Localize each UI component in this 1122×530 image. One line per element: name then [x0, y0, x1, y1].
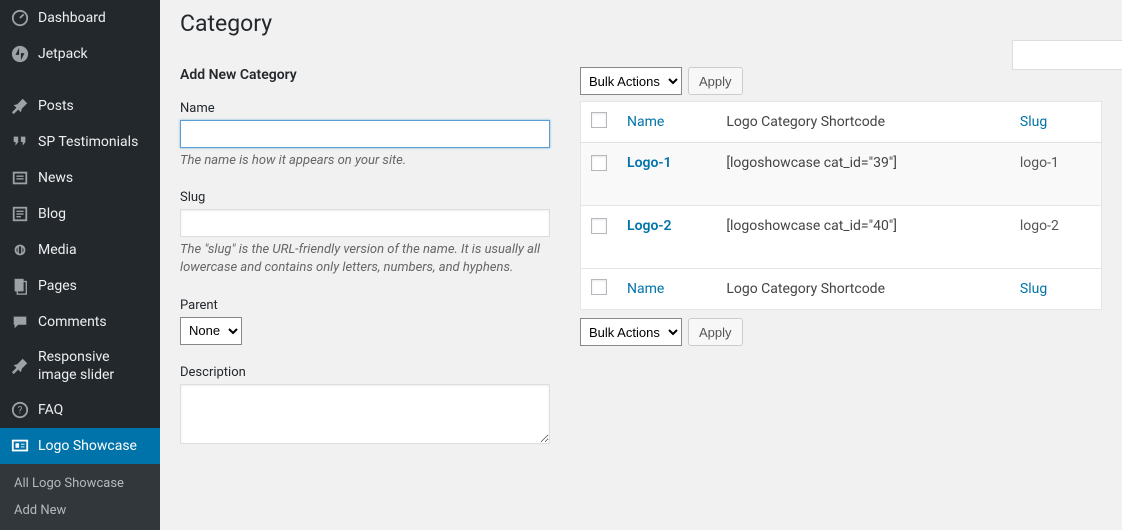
pin-icon — [10, 96, 30, 116]
name-desc: The name is how it appears on your site. — [180, 152, 550, 170]
form-heading: Add New Category — [180, 67, 550, 83]
col-name-header[interactable]: Name — [617, 102, 716, 143]
select-all-checkbox-top[interactable] — [591, 112, 607, 128]
sidebar-label: Comments — [38, 313, 107, 331]
sidebar-submenu: All Logo Showcase Add New — [0, 464, 160, 530]
sidebar-item-testimonials[interactable]: SP Testimonials — [0, 124, 160, 160]
sidebar-item-faq[interactable]: ? FAQ — [0, 392, 160, 428]
description-input[interactable] — [180, 384, 550, 444]
category-table: Name Logo Category Shortcode Slug Logo-1… — [580, 101, 1102, 310]
faq-icon: ? — [10, 400, 30, 420]
row-slug: logo-1 — [1010, 143, 1102, 206]
jetpack-icon — [10, 44, 30, 64]
page-title: Category — [180, 10, 1102, 37]
row-name-link[interactable]: Logo-2 — [627, 218, 672, 234]
select-all-checkbox-bottom[interactable] — [591, 279, 607, 295]
add-category-form: Add New Category Name The name is how it… — [180, 67, 550, 468]
col-shortcode-footer: Logo Category Shortcode — [716, 269, 1010, 310]
quote-icon — [10, 132, 30, 152]
blog-icon — [10, 204, 30, 224]
dashboard-icon — [10, 8, 30, 28]
bulk-action-select-top[interactable]: Bulk Actions — [580, 67, 682, 95]
row-name-link[interactable]: Logo-1 — [627, 155, 672, 171]
sidebar-item-news[interactable]: News — [0, 160, 160, 196]
sidebar-label: Logo Showcase — [38, 437, 137, 455]
name-input[interactable] — [180, 120, 550, 148]
slug-desc: The "slug" is the URL-friendly version o… — [180, 241, 550, 277]
sidebar-item-pages[interactable]: Pages — [0, 268, 160, 304]
row-checkbox[interactable] — [591, 218, 607, 234]
table-row: Logo-2 [logoshowcase cat_id="40"] logo-2 — [581, 206, 1102, 269]
sidebar-label: Blog — [38, 205, 66, 223]
row-shortcode: [logoshowcase cat_id="40"] — [716, 206, 1010, 269]
sidebar-item-slider[interactable]: Responsive image slider — [0, 340, 160, 392]
media-icon — [10, 240, 30, 260]
sidebar-label: FAQ — [38, 401, 63, 419]
slug-input[interactable] — [180, 209, 550, 237]
description-label: Description — [180, 365, 550, 380]
col-slug-footer[interactable]: Slug — [1010, 269, 1102, 310]
apply-button-bottom[interactable]: Apply — [688, 318, 743, 346]
news-icon — [10, 168, 30, 188]
apply-button-top[interactable]: Apply — [688, 67, 743, 95]
bulk-action-select-bottom[interactable]: Bulk Actions — [580, 318, 682, 346]
sidebar-item-posts[interactable]: Posts — [0, 88, 160, 124]
admin-sidebar: Dashboard Jetpack Posts SP Testimonials … — [0, 0, 160, 512]
sidebar-item-dashboard[interactable]: Dashboard — [0, 0, 160, 36]
row-slug: logo-2 — [1010, 206, 1102, 269]
sidebar-label: Dashboard — [38, 9, 106, 27]
sidebar-item-media[interactable]: Media — [0, 232, 160, 268]
sidebar-label: Pages — [38, 277, 77, 295]
svg-text:?: ? — [18, 406, 23, 417]
submenu-add-new[interactable]: Add New — [0, 497, 160, 524]
name-label: Name — [180, 101, 550, 116]
slug-label: Slug — [180, 190, 550, 205]
sidebar-item-blog[interactable]: Blog — [0, 196, 160, 232]
sidebar-label: Jetpack — [38, 45, 88, 63]
sidebar-item-logoshowcase[interactable]: Logo Showcase — [0, 428, 160, 464]
showcase-icon — [10, 436, 30, 456]
sidebar-item-jetpack[interactable]: Jetpack — [0, 36, 160, 72]
parent-select[interactable]: None — [180, 317, 242, 345]
pages-icon — [10, 276, 30, 296]
category-list-panel: Bulk Actions Apply Name Logo Category Sh… — [580, 67, 1102, 468]
col-shortcode-header: Logo Category Shortcode — [716, 102, 1010, 143]
search-input[interactable] — [1012, 40, 1122, 70]
slider-icon — [10, 356, 30, 376]
parent-label: Parent — [180, 298, 550, 313]
col-name-footer[interactable]: Name — [617, 269, 716, 310]
sidebar-label: Media — [38, 241, 77, 259]
comments-icon — [10, 312, 30, 332]
sidebar-item-comments[interactable]: Comments — [0, 304, 160, 340]
table-row: Logo-1 [logoshowcase cat_id="39"] logo-1 — [581, 143, 1102, 206]
sidebar-label: Responsive image slider — [38, 348, 150, 384]
sidebar-label: News — [38, 169, 73, 187]
row-checkbox[interactable] — [591, 155, 607, 171]
sidebar-label: SP Testimonials — [38, 133, 138, 151]
tablenav-bottom: Bulk Actions Apply — [580, 318, 1102, 346]
col-slug-header[interactable]: Slug — [1010, 102, 1102, 143]
tablenav-top: Bulk Actions Apply — [580, 67, 1102, 95]
row-shortcode: [logoshowcase cat_id="39"] — [716, 143, 1010, 206]
sidebar-label: Posts — [38, 97, 74, 115]
submenu-all-logo[interactable]: All Logo Showcase — [0, 470, 160, 497]
content-area: Category Add New Category Name The name … — [160, 0, 1122, 512]
